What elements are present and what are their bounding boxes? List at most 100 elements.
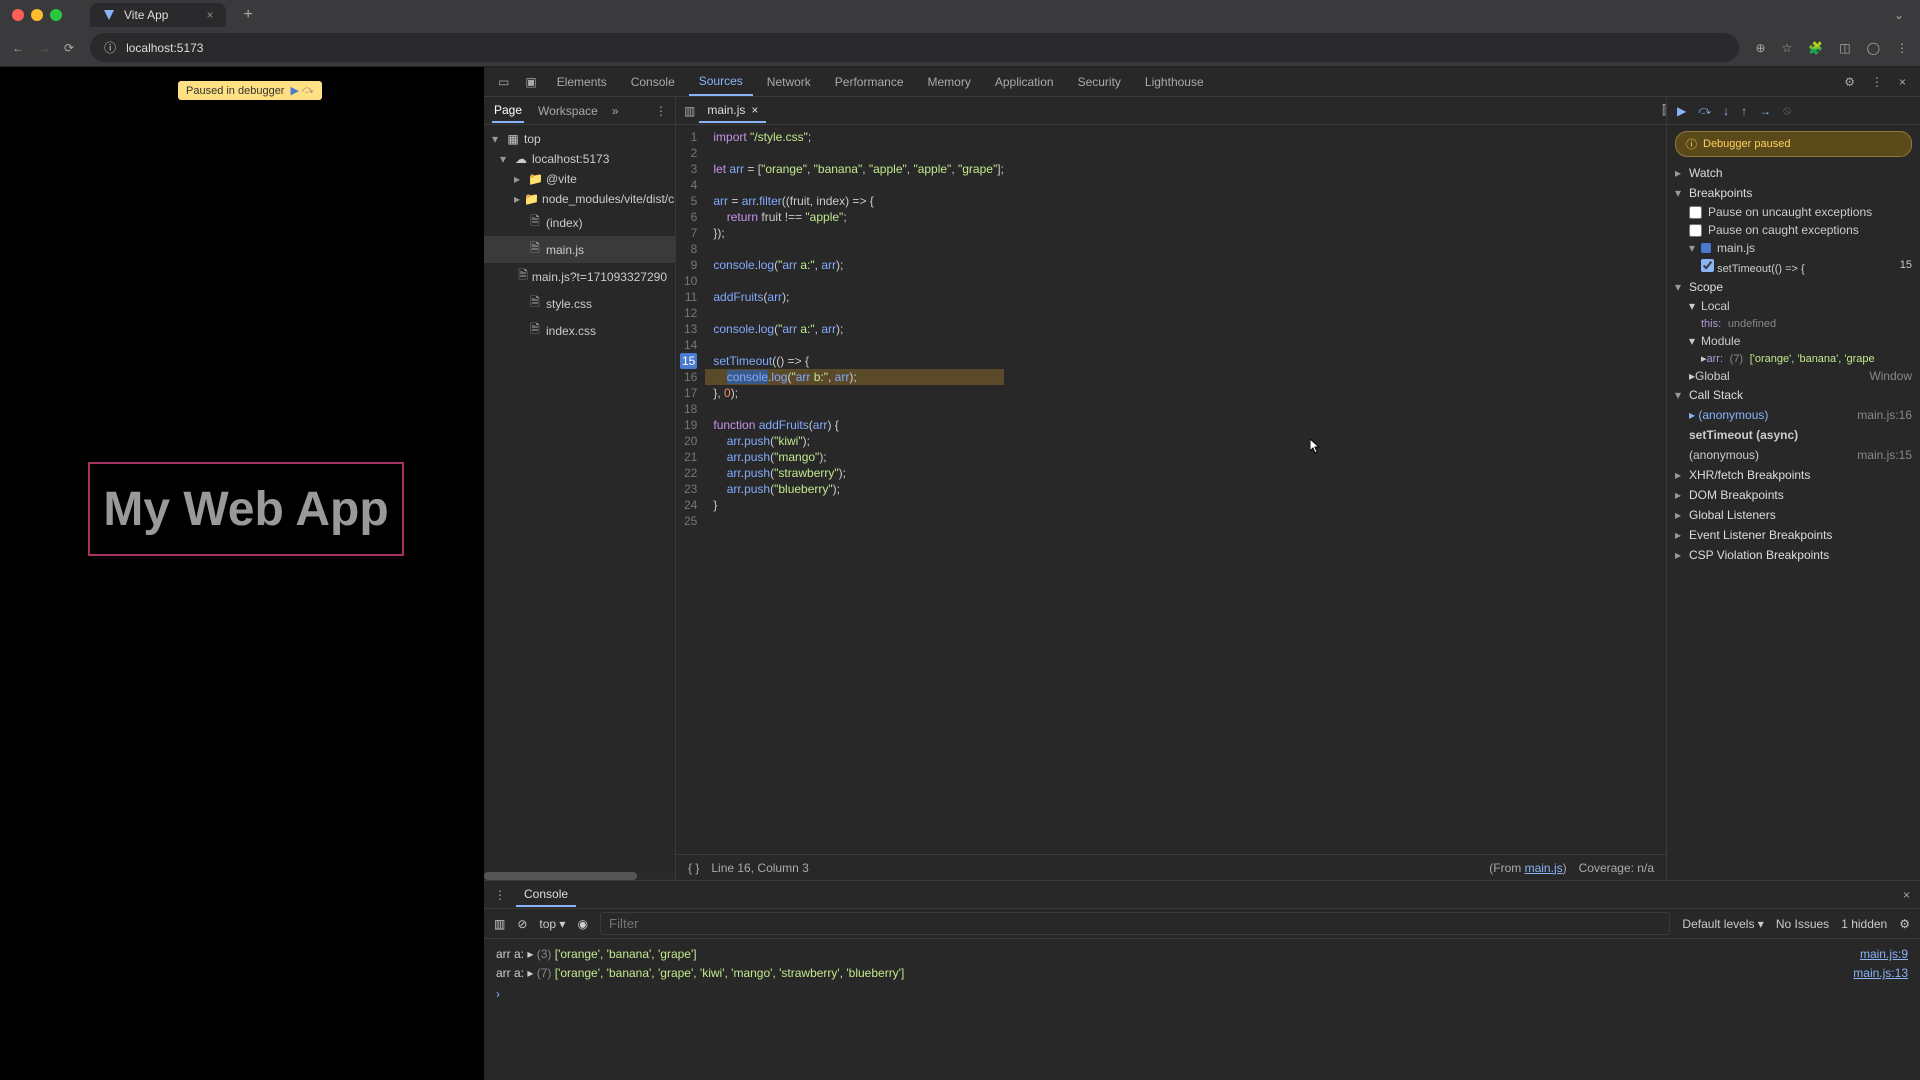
tree-top[interactable]: ▾▦top <box>484 129 675 149</box>
forward-button[interactable]: → <box>38 41 50 55</box>
pause-caught-checkbox[interactable]: Pause on caught exceptions <box>1667 221 1920 239</box>
live-expression-icon[interactable]: ◉ <box>577 917 587 931</box>
section-dom-breakpoints[interactable]: ▸DOM Breakpoints <box>1667 485 1920 505</box>
console-source-link[interactable]: main.js:13 <box>1853 966 1908 980</box>
step-icon[interactable]: ⤼ <box>302 84 314 97</box>
deactivate-breakpoints-button[interactable]: ⦸ <box>1783 103 1791 118</box>
section-watch[interactable]: ▸Watch <box>1667 163 1920 183</box>
browser-menu-icon[interactable]: ⋮ <box>1896 41 1908 55</box>
section-global-listeners[interactable]: ▸Global Listeners <box>1667 505 1920 525</box>
debugger-paused-label: Debugger paused <box>1703 138 1790 150</box>
tree-folder-nodemodules[interactable]: ▸📁node_modules/vite/dist/c <box>484 189 675 209</box>
app-heading: My Web App <box>103 482 388 537</box>
console-prompt[interactable]: › <box>496 983 1908 1005</box>
step-out-button[interactable]: ↑ <box>1741 104 1747 118</box>
tab-elements[interactable]: Elements <box>547 69 617 95</box>
tab-performance[interactable]: Performance <box>825 69 914 95</box>
close-devtools-icon[interactable]: × <box>1893 71 1912 93</box>
address-bar[interactable]: ⓘ localhost:5173 <box>90 33 1739 62</box>
breakpoint-entry[interactable]: setTimeout(() => {15 <box>1667 257 1920 277</box>
device-toolbar-icon[interactable]: ▣ <box>519 71 542 93</box>
console-context[interactable]: top ▾ <box>539 917 565 931</box>
zoom-icon[interactable]: ⊕ <box>1755 41 1765 55</box>
tab-console[interactable]: Console <box>621 69 685 95</box>
tab-network[interactable]: Network <box>757 69 821 95</box>
more-icon[interactable]: ⋮ <box>1865 71 1889 93</box>
close-drawer-icon[interactable]: × <box>1903 888 1910 902</box>
drawer-tab-console[interactable]: Console <box>516 883 576 907</box>
editor-tab-label: main.js <box>707 103 745 117</box>
close-tab-icon[interactable]: × <box>206 8 213 22</box>
step-into-button[interactable]: ↓ <box>1723 104 1729 118</box>
tab-application[interactable]: Application <box>985 69 1064 95</box>
site-info-icon[interactable]: ⓘ <box>104 39 116 56</box>
section-callstack[interactable]: ▾Call Stack <box>1667 385 1920 405</box>
settings-icon[interactable]: ⚙ <box>1838 71 1861 93</box>
tree-file-stylecss[interactable]: 🗎style.css <box>484 290 675 317</box>
code-editor[interactable]: 1234567891011121314151617181920212223242… <box>676 125 1666 854</box>
tab-memory[interactable]: Memory <box>918 69 981 95</box>
pause-uncaught-checkbox[interactable]: Pause on uncaught exceptions <box>1667 203 1920 221</box>
tab-lighthouse[interactable]: Lighthouse <box>1135 69 1214 95</box>
console-sidebar-icon[interactable]: ▥ <box>494 917 505 931</box>
navigator-scrollbar[interactable] <box>484 872 675 880</box>
profile-icon[interactable]: ◯ <box>1867 41 1880 55</box>
editor-pane: ▥ main.js × ⫿ 12345678910111213141516171… <box>676 97 1666 880</box>
maximize-window[interactable] <box>50 9 62 21</box>
navigator-tab-workspace[interactable]: Workspace <box>536 100 600 122</box>
reload-button[interactable]: ⟳ <box>64 41 74 55</box>
sidepanel-icon[interactable]: ◫ <box>1839 41 1850 55</box>
console-filter-input[interactable] <box>600 912 1670 935</box>
scope-arr[interactable]: ▸arr: (7) ['orange', 'banana', 'grape <box>1667 350 1920 367</box>
tree-file-mainjs-query[interactable]: 🗎main.js?t=171093327290 <box>484 263 675 290</box>
console-source-link[interactable]: main.js:9 <box>1860 947 1908 961</box>
back-button[interactable]: ← <box>12 41 24 55</box>
section-event-breakpoints[interactable]: ▸Event Listener Breakpoints <box>1667 525 1920 545</box>
minimize-window[interactable] <box>31 9 43 21</box>
browser-tab[interactable]: Vite App × <box>90 3 226 27</box>
log-levels-dropdown[interactable]: Default levels ▾ <box>1682 917 1763 931</box>
section-xhr-breakpoints[interactable]: ▸XHR/fetch Breakpoints <box>1667 465 1920 485</box>
bookmark-icon[interactable]: ☆ <box>1782 41 1793 55</box>
resume-icon[interactable]: ▶ <box>290 84 298 97</box>
pretty-print-icon[interactable]: { } <box>688 861 699 875</box>
console-row[interactable]: arr a: ▸ (3) ['orange', 'banana', 'grape… <box>496 945 1908 964</box>
editor-tab-mainjs[interactable]: main.js × <box>699 99 766 123</box>
console-settings-icon[interactable]: ⚙ <box>1899 917 1910 931</box>
new-tab-button[interactable]: + <box>244 6 253 24</box>
tab-overflow-icon[interactable]: ⌄ <box>1894 8 1904 22</box>
editor-tab-close-icon[interactable]: × <box>751 103 758 117</box>
callstack-frame-2[interactable]: (anonymous)main.js:15 <box>1667 445 1920 465</box>
console-row[interactable]: arr a: ▸ (7) ['orange', 'banana', 'grape… <box>496 964 1908 983</box>
inspect-element-icon[interactable]: ▭ <box>492 71 515 93</box>
editor-status-bar: { } Line 16, Column 3 (From main.js) Cov… <box>676 854 1666 880</box>
clear-console-icon[interactable]: ⊘ <box>517 917 527 931</box>
devtools-panel: ▭ ▣ Elements Console Sources Network Per… <box>484 67 1920 1080</box>
tab-security[interactable]: Security <box>1068 69 1131 95</box>
step-over-button[interactable]: ⤼ <box>1698 103 1711 118</box>
tree-file-mainjs[interactable]: 🗎main.js <box>484 236 675 263</box>
navigator-more-icon[interactable]: » <box>612 104 619 118</box>
scope-module[interactable]: ▾Module <box>1667 332 1920 350</box>
navigator-tab-page[interactable]: Page <box>492 99 524 123</box>
tree-folder-vite[interactable]: ▸📁@vite <box>484 169 675 189</box>
tree-file-indexcss[interactable]: 🗎index.css <box>484 317 675 344</box>
toggle-navigator-icon[interactable]: ▥ <box>684 104 695 118</box>
breakpoint-file[interactable]: ▾main.js <box>1667 239 1920 257</box>
tree-origin[interactable]: ▾☁localhost:5173 <box>484 149 675 169</box>
extensions-icon[interactable]: 🧩 <box>1808 41 1823 55</box>
scope-local[interactable]: ▾Local <box>1667 297 1920 315</box>
section-csp-breakpoints[interactable]: ▸CSP Violation Breakpoints <box>1667 545 1920 565</box>
resume-button[interactable]: ▶ <box>1677 104 1686 118</box>
tree-file-index[interactable]: 🗎(index) <box>484 209 675 236</box>
section-breakpoints[interactable]: ▾Breakpoints <box>1667 183 1920 203</box>
navigator-menu-icon[interactable]: ⋮ <box>655 104 667 118</box>
scope-global[interactable]: ▸GlobalWindow <box>1667 367 1920 385</box>
callstack-frame-0[interactable]: ▸ (anonymous)main.js:16 <box>1667 405 1920 425</box>
step-button[interactable]: → <box>1759 104 1771 118</box>
section-scope[interactable]: ▾Scope <box>1667 277 1920 297</box>
tab-sources[interactable]: Sources <box>689 68 753 96</box>
close-window[interactable] <box>12 9 24 21</box>
issues-button[interactable]: No Issues <box>1776 917 1829 931</box>
drawer-menu-icon[interactable]: ⋮ <box>494 888 506 902</box>
